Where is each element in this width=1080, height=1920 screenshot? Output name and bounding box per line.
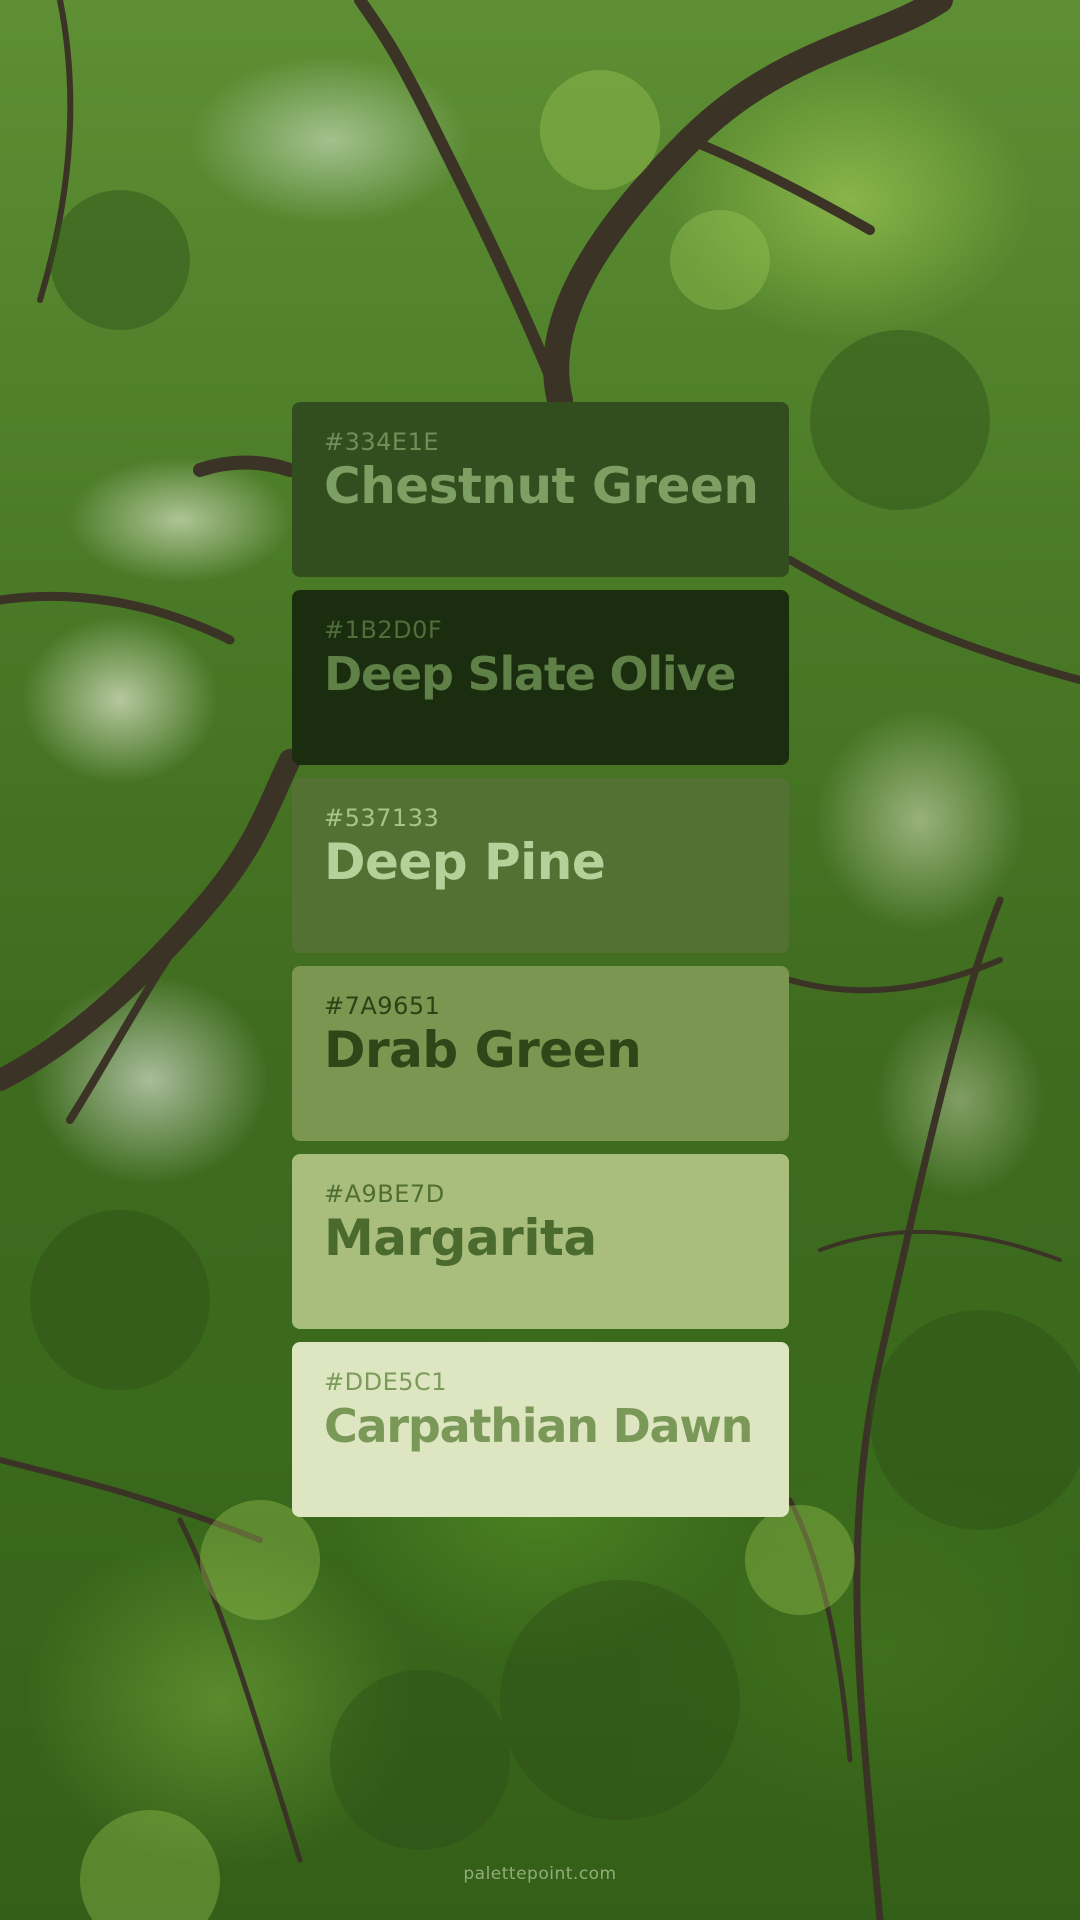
swatch-hex-code: #DDE5C1 bbox=[324, 1368, 448, 1396]
swatch-hex-code: #1B2D0F bbox=[324, 616, 443, 644]
swatch-color-name: Chestnut Green bbox=[324, 457, 759, 515]
swatch-color-name: Margarita bbox=[324, 1209, 597, 1267]
swatch-deep-pine: #537133 Deep Pine bbox=[292, 778, 789, 953]
color-palette: #334E1E Chestnut Green #1B2D0F Deep Slat… bbox=[292, 402, 789, 1530]
swatch-hex-code: #334E1E bbox=[324, 428, 440, 456]
swatch-color-name: Carpathian Dawn bbox=[324, 1399, 753, 1453]
swatch-deep-slate-olive: #1B2D0F Deep Slate Olive bbox=[292, 590, 789, 765]
swatch-hex-code: #A9BE7D bbox=[324, 1180, 445, 1208]
swatch-drab-green: #7A9651 Drab Green bbox=[292, 966, 789, 1141]
swatch-hex-code: #7A9651 bbox=[324, 992, 441, 1020]
swatch-hex-code: #537133 bbox=[324, 804, 440, 832]
swatch-margarita: #A9BE7D Margarita bbox=[292, 1154, 789, 1329]
swatch-color-name: Drab Green bbox=[324, 1021, 642, 1079]
watermark-text: palettepoint.com bbox=[463, 1864, 617, 1884]
swatch-color-name: Deep Slate Olive bbox=[324, 647, 736, 701]
swatch-carpathian-dawn: #DDE5C1 Carpathian Dawn bbox=[292, 1342, 789, 1517]
swatch-color-name: Deep Pine bbox=[324, 833, 606, 891]
swatch-chestnut-green: #334E1E Chestnut Green bbox=[292, 402, 789, 577]
